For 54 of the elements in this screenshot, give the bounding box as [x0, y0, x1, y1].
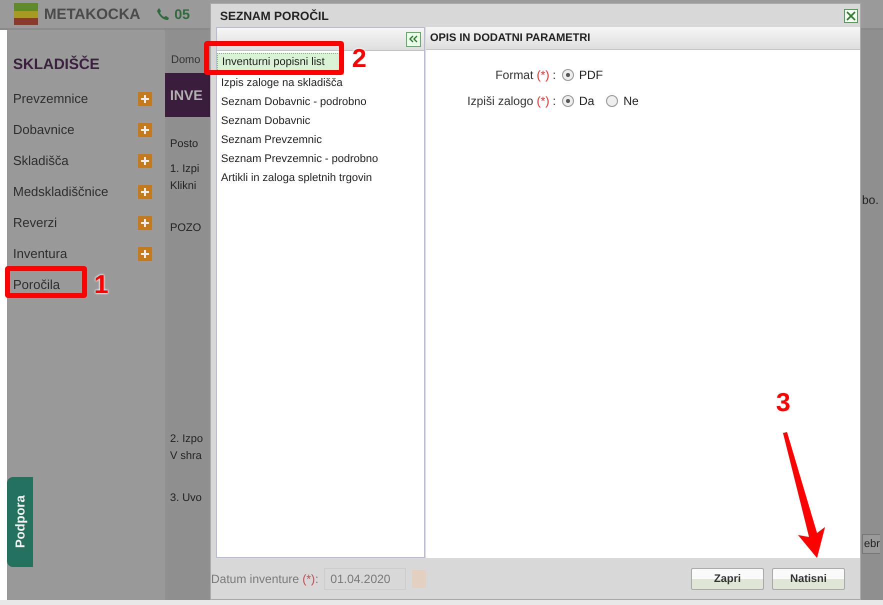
report-item[interactable]: Seznam Dobavnic: [217, 112, 324, 131]
instruction-text: Klikni: [170, 179, 198, 194]
report-item[interactable]: Seznam Dobavnic - podrobno: [217, 93, 381, 112]
plus-icon[interactable]: [138, 122, 152, 136]
dialog-button[interactable]: Natisni: [772, 568, 845, 590]
close-icon[interactable]: [844, 8, 858, 22]
dialog-button[interactable]: Zapri: [691, 568, 764, 590]
phone-icon: [156, 7, 170, 21]
phone-number: 05: [174, 6, 190, 22]
instruction-text: Posto: [170, 137, 200, 152]
radio-button[interactable]: [562, 95, 574, 107]
field-label: Izpiši zalogo (*) :: [466, 94, 556, 108]
instruction-text: bo.: [862, 193, 879, 207]
report-item[interactable]: Artikli in zaloga spletnih trgovin: [217, 169, 386, 188]
collapse-icon[interactable]: [406, 32, 421, 46]
plus-icon[interactable]: [138, 184, 152, 198]
page-title: INVE: [170, 87, 203, 103]
sidebar-item[interactable]: Poročila: [13, 277, 60, 292]
action-button[interactable]: ebr: [862, 534, 880, 554]
field-label: Datum inventure (*):: [211, 572, 318, 586]
instruction-text: 2. Izpo: [170, 432, 204, 447]
breadcrumb[interactable]: Domo: [171, 54, 207, 66]
plus-icon[interactable]: [138, 154, 152, 168]
plus-icon[interactable]: [138, 246, 152, 260]
sidebar-item[interactable]: Prevzemnice: [13, 91, 88, 106]
logo-icon: [14, 3, 38, 25]
instruction-text: V shra: [170, 449, 203, 464]
instruction-text: 1. Izpi: [170, 162, 200, 177]
radio-label[interactable]: PDF: [579, 68, 603, 82]
radio-label[interactable]: Ne: [623, 94, 639, 108]
panel-title: OPIS IN DODATNI PARAMETRI: [429, 32, 590, 44]
plus-icon[interactable]: [138, 216, 152, 230]
report-item[interactable]: Izpis zaloge na skladišča: [217, 74, 357, 93]
annotation-number: 3: [776, 389, 790, 415]
sidebar-title: SKLADIŠČE: [12, 56, 101, 73]
radio-label[interactable]: Da: [579, 94, 594, 108]
instruction-text: 3. Uvo: [170, 491, 203, 506]
report-item[interactable]: Seznam Prevzemnic: [217, 131, 336, 150]
report-item[interactable]: Seznam Prevzemnic - podrobno: [217, 150, 392, 169]
instruction-text: POZO: [170, 221, 202, 236]
logo-text: METAKOCKA: [44, 6, 140, 22]
sidebar-item[interactable]: Skladišča: [13, 153, 69, 168]
sidebar-item[interactable]: Medskladiščnice: [13, 184, 108, 199]
radio-button[interactable]: [606, 95, 618, 107]
radio-button[interactable]: [562, 69, 574, 81]
support-tab[interactable]: Podpora: [7, 477, 33, 567]
sidebar-item[interactable]: Inventura: [13, 246, 68, 261]
dialog-title: SEZNAM POROČIL: [220, 8, 329, 22]
annotation-number: 1: [94, 271, 108, 297]
sidebar-item[interactable]: Dobavnice: [13, 122, 74, 137]
plus-icon[interactable]: [138, 92, 152, 106]
field-label: Format (*) :: [494, 68, 556, 82]
sidebar-item[interactable]: Reverzi: [13, 215, 58, 230]
annotation-number: 2: [352, 45, 366, 71]
